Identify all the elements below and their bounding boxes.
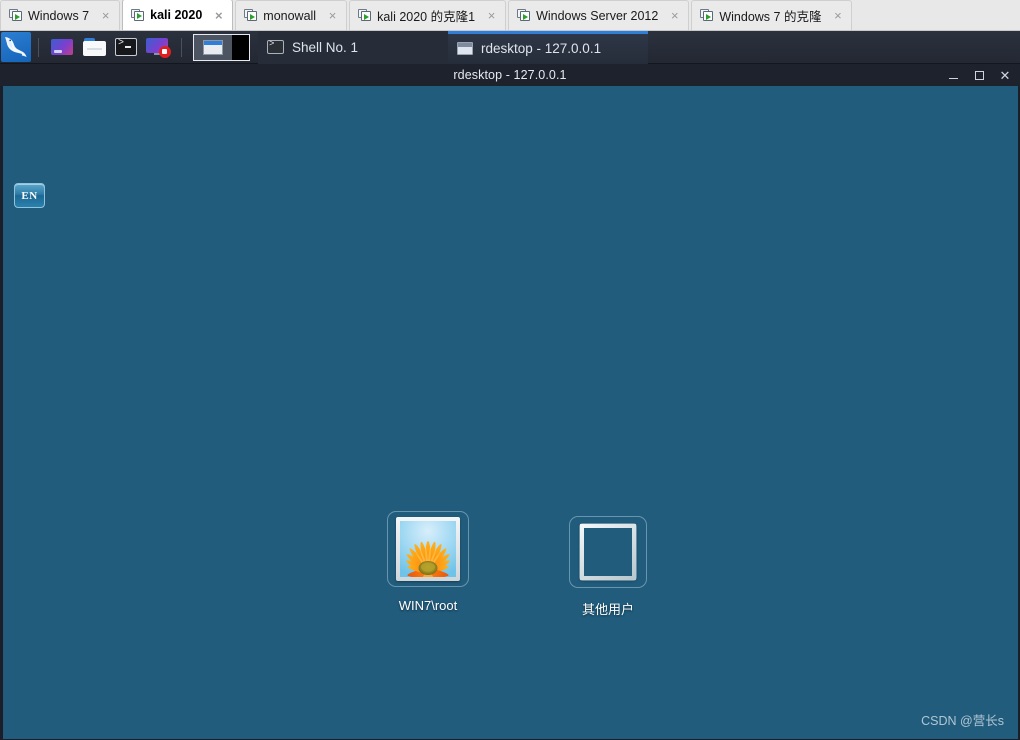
- vmware-tab-strip: Windows 7 × kali 2020 × monowall × kali …: [0, 0, 1020, 31]
- workspace-1[interactable]: [194, 34, 232, 60]
- user-tile-other-user[interactable]: 其他用户: [545, 516, 671, 618]
- workspace-switcher[interactable]: [193, 33, 250, 61]
- vm-tab-label: kali 2020: [150, 8, 203, 22]
- window-controls: ✕: [946, 64, 1016, 86]
- user-name: WIN7\root: [398, 598, 458, 613]
- close-icon[interactable]: ×: [326, 9, 339, 22]
- workspace-2[interactable]: [232, 34, 249, 60]
- taskbar-separator: [181, 37, 182, 57]
- screen-recorder-icon[interactable]: [144, 34, 172, 60]
- kali-taskbar: Shell No. 1 rdesktop - 127.0.0.1: [0, 30, 1020, 64]
- vm-tab-label: kali 2020 的克隆1: [377, 10, 476, 24]
- flower-avatar-icon: [400, 521, 456, 577]
- windows7-login-screen: EN WIN7\root 其他用户 CSDN @营长s: [3, 86, 1018, 739]
- window-icon: [457, 42, 473, 55]
- vm-tab-kali-2020[interactable]: kali 2020 ×: [122, 0, 234, 30]
- file-manager-icon[interactable]: [80, 34, 108, 60]
- vm-screen-icon: [358, 9, 372, 22]
- vm-tab-kali-2020-clone-1[interactable]: kali 2020 的克隆1 ×: [349, 0, 507, 30]
- terminal-icon: [267, 39, 284, 54]
- taskbar-window-shell-no-1[interactable]: Shell No. 1: [258, 30, 448, 64]
- vm-tab-windows-7-clone[interactable]: Windows 7 的克隆 ×: [691, 0, 853, 30]
- close-icon[interactable]: ×: [668, 9, 681, 22]
- avatar: [396, 517, 460, 581]
- avatar-frame: [569, 516, 647, 588]
- vm-tab-windows-server-2012[interactable]: Windows Server 2012 ×: [508, 0, 690, 30]
- close-icon[interactable]: ×: [485, 9, 498, 22]
- vm-screen-icon: [244, 9, 258, 22]
- vm-tab-label: Windows 7 的克隆: [719, 10, 822, 24]
- workspace-window-preview: [203, 39, 223, 55]
- vm-tab-label: Windows 7: [28, 8, 90, 23]
- user-tile-win7-root[interactable]: WIN7\root: [365, 511, 491, 613]
- avatar-frame: [387, 511, 469, 587]
- taskbar-separator: [38, 37, 39, 57]
- vm-tab-label: Windows Server 2012: [536, 8, 659, 23]
- close-icon[interactable]: ×: [99, 9, 112, 22]
- vm-screen-icon: [9, 9, 23, 22]
- show-desktop-icon[interactable]: [48, 34, 76, 60]
- minimize-button[interactable]: [946, 66, 960, 84]
- user-tile-list: WIN7\root 其他用户: [3, 86, 1018, 739]
- vm-screen-icon: [131, 8, 145, 22]
- taskbar-window-label: Shell No. 1: [292, 39, 359, 55]
- close-icon[interactable]: ×: [212, 9, 225, 22]
- vm-screen-icon: [700, 9, 714, 22]
- blank-avatar-icon: [580, 524, 636, 580]
- rdesktop-window: rdesktop - 127.0.0.1 ✕ EN WIN7\root 其他用户…: [0, 64, 1020, 740]
- vm-tab-windows-7[interactable]: Windows 7 ×: [0, 0, 121, 30]
- user-name: 其他用户: [581, 602, 634, 617]
- maximize-button[interactable]: [972, 66, 986, 84]
- kali-dragon-icon[interactable]: [1, 32, 31, 62]
- window-button-list: Shell No. 1 rdesktop - 127.0.0.1: [258, 30, 1020, 64]
- taskbar-window-rdesktop[interactable]: rdesktop - 127.0.0.1: [448, 30, 648, 64]
- vm-tab-monowall[interactable]: monowall ×: [235, 0, 348, 30]
- window-title-bar[interactable]: rdesktop - 127.0.0.1 ✕: [0, 64, 1020, 86]
- vm-screen-icon: [517, 9, 531, 22]
- close-icon[interactable]: ✕: [998, 66, 1012, 84]
- vm-tab-label: monowall: [263, 8, 317, 23]
- close-icon[interactable]: ×: [831, 9, 844, 22]
- page-title: rdesktop - 127.0.0.1: [453, 68, 567, 82]
- terminal-icon[interactable]: [112, 34, 140, 60]
- watermark: CSDN @营长s: [921, 714, 1004, 728]
- taskbar-window-label: rdesktop - 127.0.0.1: [481, 41, 602, 56]
